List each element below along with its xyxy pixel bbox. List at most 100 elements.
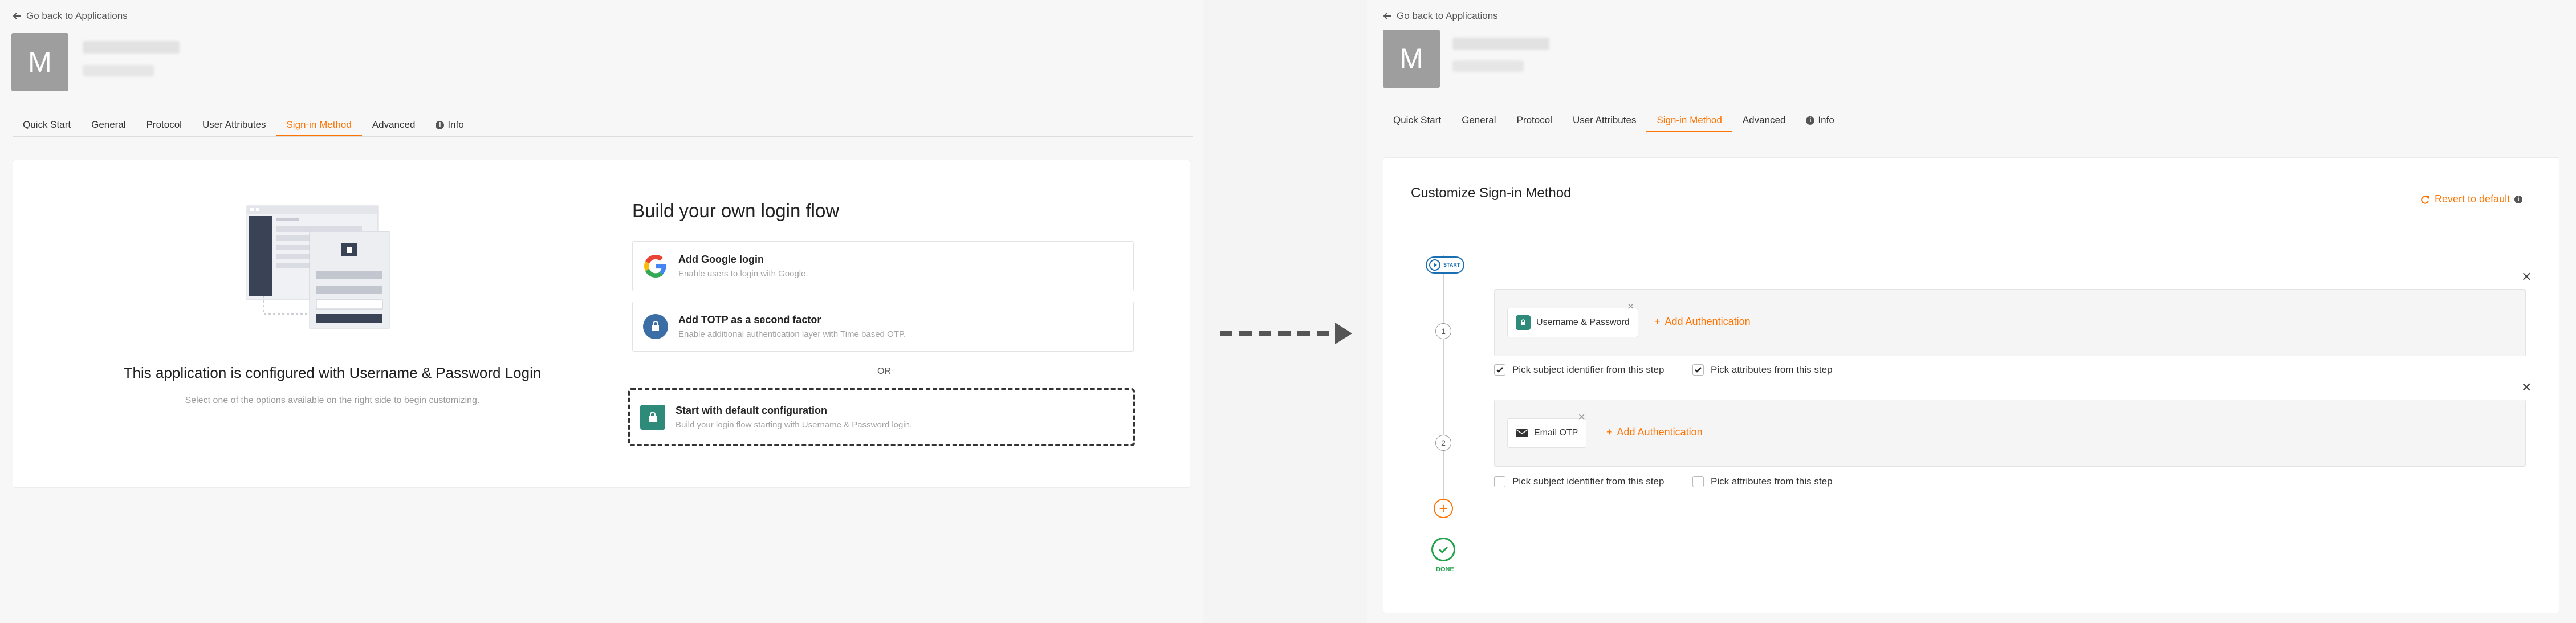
app-name-redacted: [1452, 38, 1549, 50]
back-to-applications-link[interactable]: Go back to Applications: [13, 10, 128, 22]
checkbox[interactable]: [1494, 476, 1505, 487]
or-separator: OR: [877, 367, 891, 376]
check-icon: [1438, 546, 1448, 554]
start-node: START: [1426, 256, 1465, 274]
option-description: Enable additional authentication layer w…: [678, 329, 906, 339]
tab-label: Info: [447, 119, 464, 130]
google-icon: [643, 254, 668, 279]
tab-label: General: [91, 119, 126, 130]
remove-authenticator-button[interactable]: ✕: [1627, 301, 1634, 312]
plus-icon: +: [1606, 426, 1613, 438]
after-panel: Go back to Applications M Quick Start Ge…: [1367, 0, 2576, 623]
tab-sign-in-method[interactable]: Sign-in Method: [276, 119, 362, 136]
option-description: Enable users to login with Google.: [678, 269, 808, 279]
info-icon: i: [436, 120, 445, 129]
add-authentication-label: Add Authentication: [1665, 316, 1751, 327]
info-icon: i: [2514, 195, 2523, 203]
add-step-button[interactable]: +: [1434, 499, 1453, 518]
checkbox[interactable]: [1692, 476, 1704, 487]
tab-label: General: [1462, 115, 1496, 125]
remove-step-2-button[interactable]: ✕: [2521, 380, 2532, 395]
tab-label: Quick Start: [23, 119, 71, 130]
start-with-default-option[interactable]: Start with default configuration Build y…: [628, 388, 1135, 446]
option-title: Add TOTP as a second factor: [678, 314, 821, 325]
email-icon: [1516, 429, 1528, 437]
authenticator-chip: Email OTP: [1507, 418, 1587, 448]
pick-subject-identifier-checkbox[interactable]: Pick subject identifier from this step: [1494, 476, 1664, 487]
tab-label: Sign-in Method: [1657, 115, 1722, 125]
configured-title: This application is configured with User…: [123, 364, 542, 381]
back-to-applications-link[interactable]: Go back to Applications: [1383, 10, 1498, 22]
step-1-box: Username & Password ✕ + Add Authenticati…: [1494, 289, 2526, 356]
play-icon: [1429, 259, 1440, 271]
checkbox[interactable]: [1494, 364, 1505, 376]
customize-sign-in-title: Customize Sign-in Method: [1411, 185, 1572, 201]
app-tabs: Quick Start General Protocol User Attrib…: [13, 114, 1193, 137]
remove-authenticator-button[interactable]: ✕: [1578, 412, 1585, 423]
check-icon: [1695, 367, 1702, 373]
authenticator-chip: Username & Password: [1507, 308, 1638, 337]
pick-attributes-checkbox[interactable]: Pick attributes from this step: [1692, 364, 1833, 376]
revert-to-default-button[interactable]: Revert to default i: [2420, 193, 2523, 205]
remove-step-1-button[interactable]: ✕: [2521, 270, 2532, 284]
tab-info[interactable]: i Info: [425, 119, 474, 136]
tab-label: Protocol: [146, 119, 182, 130]
tab-user-attributes[interactable]: User Attributes: [1562, 115, 1647, 132]
option-title: Start with default configuration: [675, 405, 827, 416]
pick-subject-identifier-checkbox[interactable]: Pick subject identifier from this step: [1494, 364, 1664, 376]
tab-protocol[interactable]: Protocol: [136, 119, 192, 136]
plus-icon: +: [1654, 316, 1661, 327]
app-desc-redacted: [1452, 60, 1524, 72]
add-authentication-button[interactable]: + Add Authentication: [1654, 316, 1751, 328]
add-totp-option[interactable]: Add TOTP as a second factor Enable addit…: [632, 302, 1134, 352]
add-authentication-label: Add Authentication: [1617, 426, 1703, 438]
before-panel: Go back to Applications M Quick Start Ge…: [0, 0, 1203, 623]
add-google-login-option[interactable]: Add Google login Enable users to login w…: [632, 241, 1134, 291]
back-link-label: Go back to Applications: [1397, 10, 1498, 21]
done-node: [1431, 538, 1455, 561]
refresh-icon: [2421, 196, 2429, 204]
app-avatar: M: [1383, 30, 1440, 88]
arrow-left-icon: [13, 13, 21, 19]
tab-label: Sign-in Method: [286, 119, 352, 130]
tab-quick-start[interactable]: Quick Start: [13, 119, 81, 136]
tab-advanced[interactable]: Advanced: [362, 119, 426, 136]
app-name-redacted: [83, 41, 180, 54]
tab-general[interactable]: General: [81, 119, 136, 136]
tab-label: User Attributes: [202, 119, 266, 130]
authenticator-label: Username & Password: [1536, 317, 1630, 327]
app-avatar: M: [11, 33, 68, 91]
checkbox-label: Pick subject identifier from this step: [1512, 364, 1665, 375]
step-2-box: Email OTP ✕ + Add Authentication: [1494, 400, 2526, 467]
tab-label: User Attributes: [1572, 115, 1637, 125]
sign-in-method-card: This application is configured with User…: [13, 160, 1190, 488]
tab-quick-start[interactable]: Quick Start: [1383, 115, 1451, 132]
back-link-label: Go back to Applications: [26, 10, 128, 21]
checkbox-label: Pick subject identifier from this step: [1512, 476, 1665, 487]
tab-user-attributes[interactable]: User Attributes: [192, 119, 276, 136]
done-label: DONE: [1436, 566, 1454, 573]
configured-subtitle: Select one of the options available on t…: [185, 396, 480, 405]
step-number: 2: [1435, 435, 1451, 451]
lock-icon: [640, 405, 665, 430]
pick-attributes-checkbox[interactable]: Pick attributes from this step: [1692, 476, 1833, 487]
checkbox[interactable]: [1692, 364, 1704, 376]
flow-timeline: [1443, 255, 1444, 511]
add-authentication-button[interactable]: + Add Authentication: [1606, 426, 1703, 438]
tab-label: Protocol: [1516, 115, 1552, 125]
login-flow-illustration: [246, 205, 390, 329]
tab-label: Info: [1818, 115, 1834, 125]
step-number: 1: [1435, 323, 1451, 339]
authenticator-label: Email OTP: [1534, 428, 1578, 438]
info-icon: i: [1806, 116, 1815, 125]
tab-label: Quick Start: [1393, 115, 1442, 125]
tab-label: Advanced: [372, 119, 416, 130]
tab-advanced[interactable]: Advanced: [1732, 115, 1796, 132]
lock-icon: [1516, 315, 1531, 330]
tab-sign-in-method[interactable]: Sign-in Method: [1646, 115, 1732, 132]
plus-icon: +: [1439, 499, 1448, 517]
option-title: Add Google login: [678, 254, 764, 265]
tab-info[interactable]: i Info: [1796, 115, 1844, 132]
tab-protocol[interactable]: Protocol: [1507, 115, 1562, 132]
tab-general[interactable]: General: [1451, 115, 1506, 132]
